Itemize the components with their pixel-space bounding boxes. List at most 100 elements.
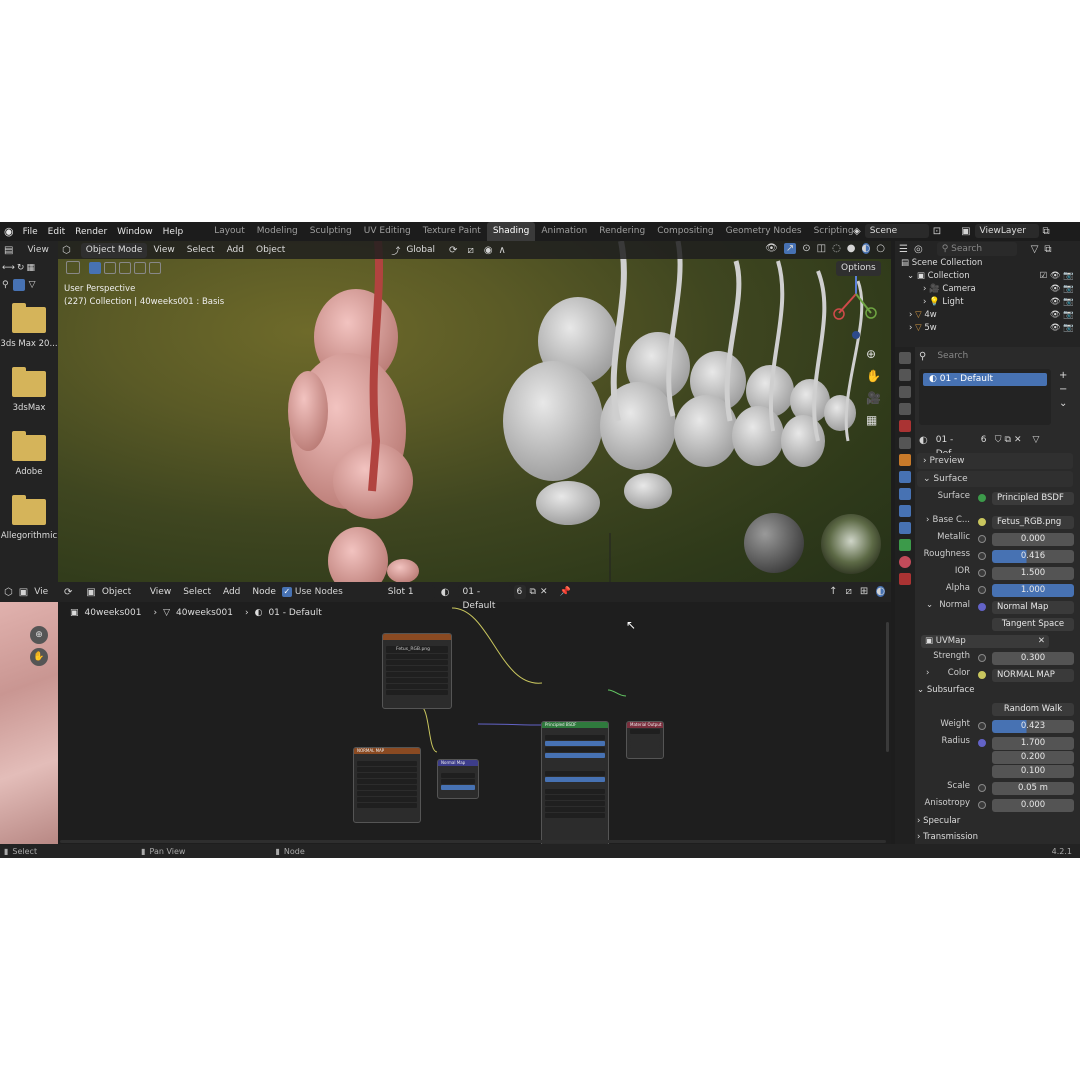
wireframe-shading-icon[interactable]: ◌ [832,243,841,254]
outliner-item[interactable]: › ▽ 5w 👁 📷 [895,322,1080,335]
material-slot-item[interactable]: ◐ 01 - Default [923,373,1047,386]
new-collection-icon[interactable]: ⧉ [1044,244,1051,255]
image-filename[interactable]: Fetus_RGB.png [386,646,448,653]
tool-tab-icon[interactable] [899,352,911,364]
viewport-menu-select[interactable]: Select [181,245,221,255]
folder-item[interactable]: Allegorithmic [0,495,58,541]
view-menu[interactable]: View [27,245,48,255]
viewport-menu-add[interactable]: Add [221,245,250,255]
options-dropdown[interactable]: Options [836,261,881,276]
editor-type-icon[interactable]: ▤ [4,245,13,256]
select-invert-icon[interactable] [134,261,146,274]
subsurface-method-dropdown[interactable]: Random Walk [992,703,1074,716]
anisotropy-field[interactable]: 0.000 [992,799,1074,812]
tab-animation[interactable]: Animation [535,222,593,241]
editor-type-icon[interactable]: ⬡ [62,245,71,256]
image-texture-node[interactable]: Fetus_RGB.png [382,633,452,709]
view-layer-tab-icon[interactable] [899,403,911,415]
select-subtract-icon[interactable] [119,261,131,274]
pivot-icon[interactable]: ⟳ [449,245,457,256]
outliner-item[interactable]: › ▽ 4w 👁 📷 [895,309,1080,322]
grid-view-icon[interactable]: ▦ [866,409,881,431]
material-shading-icon[interactable]: ◐ [861,243,871,254]
arrows-icon[interactable]: ⟷ [2,263,15,273]
tab-scripting[interactable]: Scripting [808,222,860,241]
tab-rendering[interactable]: Rendering [593,222,651,241]
select-new-icon[interactable] [89,261,101,274]
hand-icon[interactable]: ✋ [866,365,881,387]
output-tab-icon[interactable] [899,386,911,398]
filter-icon[interactable] [12,279,25,291]
visibility-icons[interactable]: 👁 📷 [1050,283,1074,296]
overlay-icon[interactable]: ⊙ [802,243,810,254]
modifier-tab-icon[interactable] [899,471,911,483]
clear-icon[interactable]: ✕ [1038,635,1045,648]
tab-sculpting[interactable]: Sculpting [304,222,358,241]
surface-panel-header[interactable]: ⌄ Surface [917,471,1073,487]
tab-layout[interactable]: Layout [208,222,251,241]
chevron-down-icon[interactable]: ⌄ [1059,397,1067,411]
data-tab-icon[interactable] [899,539,911,551]
render-tab-icon[interactable] [899,369,911,381]
menu-window[interactable]: Window [112,227,158,237]
menu-file[interactable]: File [18,227,43,237]
proportional-icon[interactable]: ◉ [484,245,493,256]
particles-tab-icon[interactable] [899,488,911,500]
folder-item[interactable]: 3ds Max 20... [0,303,58,349]
uvmap-field[interactable]: ▣ UVMap ✕ [921,635,1049,648]
horizontal-scrollbar[interactable] [60,840,886,843]
menu-edit[interactable]: Edit [43,227,70,237]
metallic-field[interactable]: 0.000 [992,533,1074,546]
visibility-icons[interactable]: 👁 📷 [1050,309,1074,322]
display-mode-icon[interactable]: ◎ [914,244,923,255]
add-slot-icon[interactable]: + [1059,369,1067,383]
funnel-icon[interactable]: ▽ [29,280,36,290]
specular-section[interactable]: › Specular [917,816,960,826]
visibility-icons[interactable]: 👁 📷 [1050,322,1074,335]
outliner-item[interactable]: ⌄ ▣ Collection ☑ 👁 📷 [895,270,1080,283]
tab-geometry-nodes[interactable]: Geometry Nodes [720,222,808,241]
outliner-item[interactable]: ▤ Scene Collection [895,257,1080,270]
normal-field[interactable]: Normal Map [992,601,1074,614]
new-view-layer-icon[interactable]: ⧉ [1043,226,1050,237]
menu-render[interactable]: Render [70,227,112,237]
texture-tab-icon[interactable] [899,573,911,585]
outliner-item[interactable]: › 💡 Light 👁 📷 [895,296,1080,309]
duplicate-icon[interactable]: ⧉ [1005,435,1011,445]
principled-bsdf-node[interactable]: Principled BSDF [541,721,609,858]
chevron-down-icon[interactable]: ⌄ [926,600,933,610]
editor-type-icon[interactable]: ☰ [899,244,908,255]
weight-slider[interactable]: 0.423 [992,720,1074,733]
physics-tab-icon[interactable] [899,505,911,517]
alpha-slider[interactable]: 1.000 [992,584,1074,597]
menu-help[interactable]: Help [158,227,189,237]
xray-icon[interactable]: ◫ [817,243,826,254]
properties-search[interactable]: Search [932,349,1013,363]
world-tab-icon[interactable] [899,437,911,449]
outliner-search[interactable]: ⚲ Search [936,242,1017,256]
material-output-node[interactable]: Material Output [626,721,664,759]
camera-icon[interactable]: 🎥 [866,387,881,409]
tab-shading[interactable]: Shading [486,222,536,241]
transmission-section[interactable]: › Transmission [917,832,978,842]
ior-field[interactable]: 1.500 [992,567,1074,580]
material-name-field[interactable]: 01 - Def... [930,433,975,459]
solid-shading-icon[interactable]: ● [847,243,856,254]
roughness-slider[interactable]: 0.416 [992,550,1074,563]
folder-item[interactable]: Adobe [0,431,58,477]
scene-field[interactable]: Scene [864,224,929,238]
unlink-icon[interactable]: ✕ [1014,435,1022,445]
zoom-icon[interactable]: ⊕ [866,343,881,365]
chevron-right-icon[interactable]: › [926,515,929,525]
users-count[interactable]: 6 [977,433,992,447]
chevron-right-icon[interactable]: › [926,668,929,678]
material-tab-icon[interactable] [899,556,911,568]
visibility-icons[interactable]: ☑ 👁 📷 [1040,270,1074,283]
normal-map-node[interactable]: Normal Map [437,759,479,799]
shader-editor[interactable]: ⬡ ▣ Vie ⊕ ✋ ⟳ ▣ Object View Select Add N… [0,582,891,858]
strength-field[interactable]: 0.300 [992,652,1074,665]
surface-shader-field[interactable]: Principled BSDF [992,492,1074,505]
remove-slot-icon[interactable]: − [1059,383,1067,397]
select-box-icon[interactable] [66,261,80,274]
normal-texture-node[interactable]: NORMAL MAP [353,747,421,823]
